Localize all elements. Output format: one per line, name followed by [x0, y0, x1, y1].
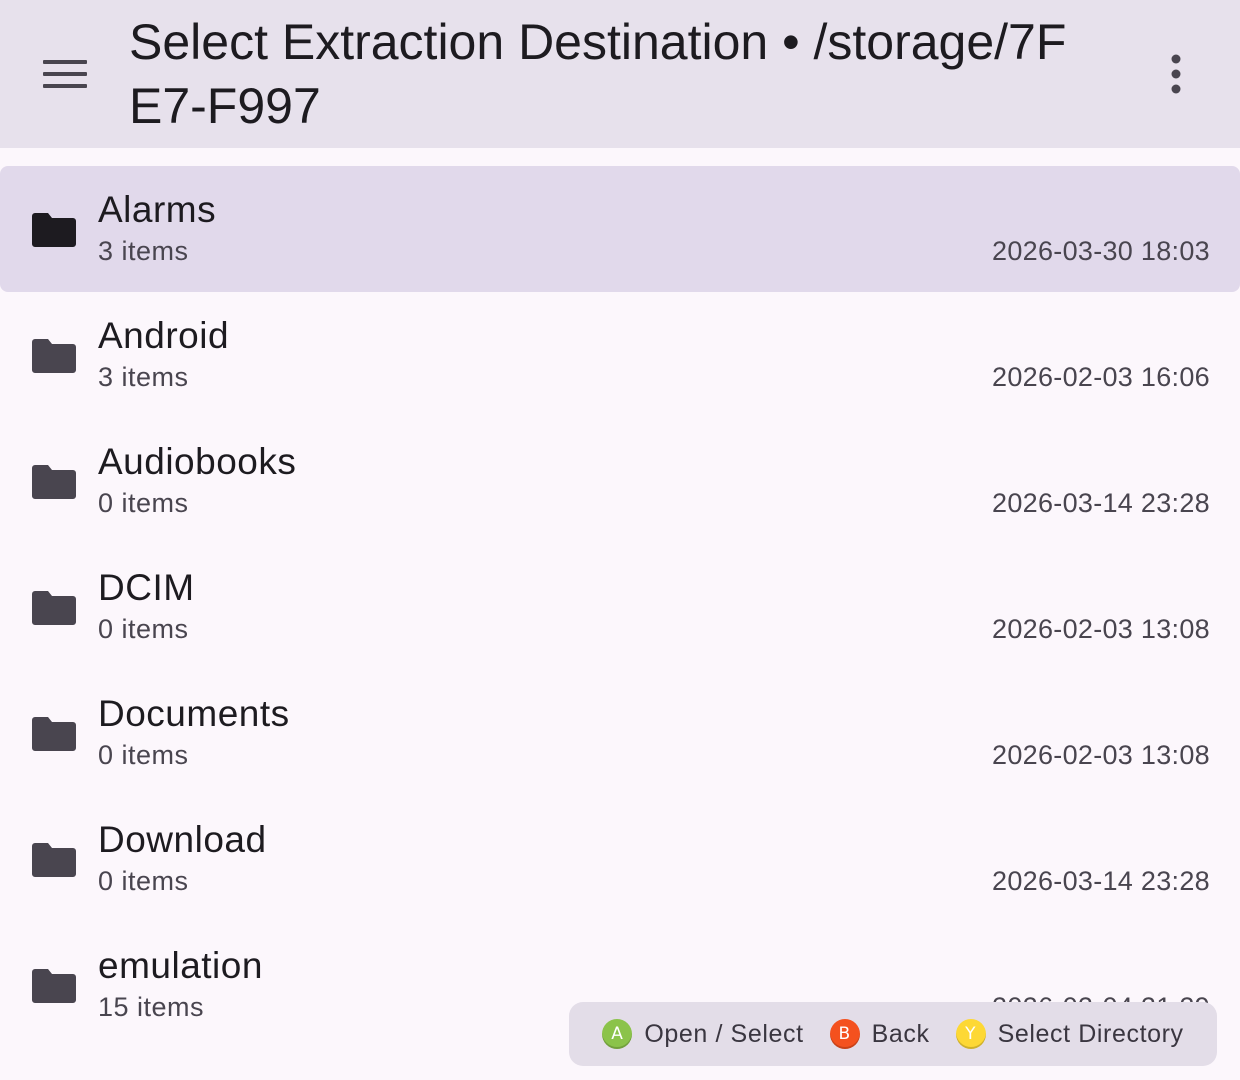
- folder-modified-date: 2026-03-30 18:03: [992, 236, 1210, 266]
- folder-row-android[interactable]: Android 3 items 2026-02-03 16:06: [0, 292, 1240, 418]
- folder-icon: [32, 591, 76, 625]
- more-vert-icon: [1171, 54, 1181, 94]
- folder-name: Download: [98, 819, 267, 860]
- folder-modified-date: 2026-02-03 13:08: [992, 740, 1210, 770]
- folder-row-alarms[interactable]: Alarms 3 items 2026-03-30 18:03: [0, 166, 1240, 292]
- hint-label: Back: [871, 1019, 930, 1048]
- folder-name: emulation: [98, 945, 263, 986]
- more-options-button[interactable]: [1150, 48, 1202, 100]
- folder-icon: [32, 969, 76, 1003]
- button-a-icon: A: [602, 1019, 633, 1049]
- folder-icon: [32, 465, 76, 499]
- menu-button[interactable]: [38, 52, 92, 96]
- folder-list: Alarms 3 items 2026-03-30 18:03 Android 3 it…: [0, 166, 1240, 1048]
- folder-name: Android: [98, 315, 230, 356]
- folder-icon: [32, 339, 76, 373]
- folder-modified-date: 2026-02-03 13:08: [992, 614, 1210, 644]
- folder-name: Alarms: [98, 189, 217, 230]
- folder-modified-date: 2026-02-03 16:06: [992, 362, 1210, 392]
- hint-a: A Open / Select: [602, 1019, 803, 1049]
- folder-item-count: 0 items: [98, 614, 189, 644]
- folder-icon: [32, 213, 76, 247]
- folder-name: Audiobooks: [98, 441, 297, 482]
- folder-item-count: 3 items: [98, 236, 189, 266]
- folder-name: DCIM: [98, 567, 195, 608]
- folder-icon: [32, 717, 76, 751]
- folder-name: Documents: [98, 693, 290, 734]
- folder-item-count: 0 items: [98, 866, 189, 896]
- folder-row-dcim[interactable]: DCIM 0 items 2026-02-03 13:08: [0, 544, 1240, 670]
- folder-icon: [32, 843, 76, 877]
- folder-row-documents[interactable]: Documents 0 items 2026-02-03 13:08: [0, 670, 1240, 796]
- hint-label: Open / Select: [644, 1019, 804, 1048]
- folder-row-audiobooks[interactable]: Audiobooks 0 items 2026-03-14 23:28: [0, 418, 1240, 544]
- hint-y: Y Select Directory: [955, 1019, 1184, 1049]
- hint-label: Select Directory: [997, 1019, 1184, 1048]
- controller-hint-bar: A Open / Select B Back Y Select Directory: [569, 1002, 1217, 1066]
- folder-item-count: 15 items: [98, 992, 205, 1022]
- top-app-bar: Select Extraction Destination • /storage…: [0, 0, 1240, 148]
- folder-modified-date: 2026-03-14 23:28: [992, 488, 1210, 518]
- page-title: Select Extraction Destination • /storage…: [129, 14, 1067, 134]
- button-b-icon: B: [829, 1019, 860, 1049]
- hint-b: B Back: [829, 1019, 930, 1049]
- folder-row-download[interactable]: Download 0 items 2026-03-14 23:28: [0, 796, 1240, 922]
- folder-modified-date: 2026-03-14 23:28: [992, 866, 1210, 896]
- folder-item-count: 0 items: [98, 488, 189, 518]
- folder-item-count: 0 items: [98, 740, 189, 770]
- button-y-icon: Y: [955, 1019, 986, 1049]
- hamburger-menu-icon: [43, 60, 87, 88]
- folder-item-count: 3 items: [98, 362, 189, 392]
